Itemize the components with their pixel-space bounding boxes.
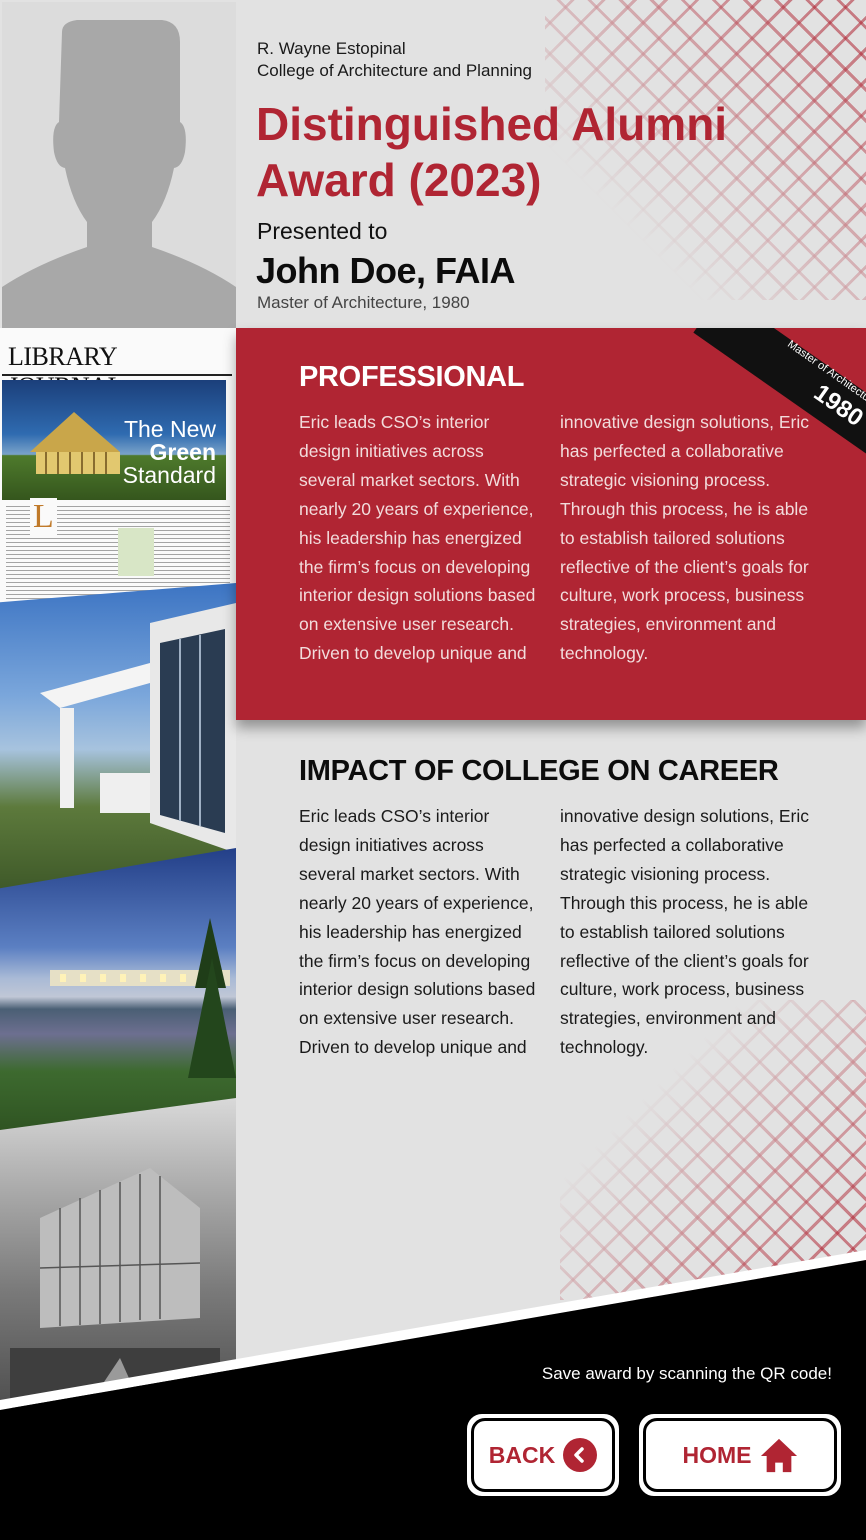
journal-clipping: LIBRARY JOURNAL The New Green Standar: [0, 328, 236, 628]
professional-title: PROFESSIONAL: [299, 361, 525, 393]
impact-title: IMPACT OF COLLEGE ON CAREER: [299, 755, 779, 787]
impact-text-col1: Eric leads CSO’s interior design initiat…: [299, 806, 536, 1058]
journal-headline: The New Green Standard: [123, 418, 216, 487]
journal-rule: [2, 374, 232, 376]
journal-dropcap: L: [30, 498, 57, 536]
professional-text-col2: innovative design solutions, Eric has pe…: [560, 412, 810, 664]
back-button-inner[interactable]: BACK: [471, 1418, 615, 1492]
back-button[interactable]: BACK: [464, 1411, 622, 1499]
impact-text-col2: innovative design solutions, Eric has pe…: [560, 806, 810, 1058]
avatar: [2, 2, 236, 328]
journal-headline-line2: Green: [149, 439, 216, 465]
project-gallery: LIBRARY JOURNAL The New Green Standar: [0, 328, 236, 1408]
building-photo-bw: [0, 1098, 236, 1408]
award-title: Distinguished Alumni Award (2023): [256, 96, 816, 208]
recipient-name: John Doe, FAIA: [256, 250, 516, 291]
college-name: R. Wayne Estopinal College of Architectu…: [257, 38, 532, 82]
chevron-left-icon: [563, 1438, 598, 1472]
award-title-line2: Award (2023): [256, 154, 542, 206]
back-button-label: BACK: [488, 1441, 556, 1468]
greenhouse-building-icon: [10, 1168, 220, 1408]
qr-instruction: Save award by scanning the QR code!: [541, 1364, 832, 1383]
presented-to-label: Presented to: [257, 218, 388, 244]
home-button-inner[interactable]: HOME: [643, 1418, 837, 1492]
journal-sidebar-box: [118, 528, 154, 576]
award-title-line1: Distinguished Alumni: [256, 98, 728, 150]
home-button-label: HOME: [682, 1441, 752, 1468]
person-silhouette-icon: [2, 20, 236, 328]
journal-headline-line1: The New: [123, 416, 216, 442]
home-button[interactable]: HOME: [636, 1411, 844, 1499]
journal-headline-line3: Standard: [122, 462, 216, 488]
recipient-degree: Master of Architecture, 1980: [257, 293, 470, 312]
professional-panel: PROFESSIONAL Eric leads CSO’s interior d…: [236, 328, 866, 720]
college-name-line2: College of Architecture and Planning: [257, 61, 533, 80]
professional-text-col1: Eric leads CSO’s interior design initiat…: [299, 412, 536, 664]
journal-cover-photo: The New Green Standard: [2, 380, 226, 500]
award-page: R. Wayne Estopinal College of Architectu…: [0, 0, 866, 1540]
home-icon: [760, 1438, 797, 1473]
college-name-line1: R. Wayne Estopinal: [257, 39, 406, 58]
